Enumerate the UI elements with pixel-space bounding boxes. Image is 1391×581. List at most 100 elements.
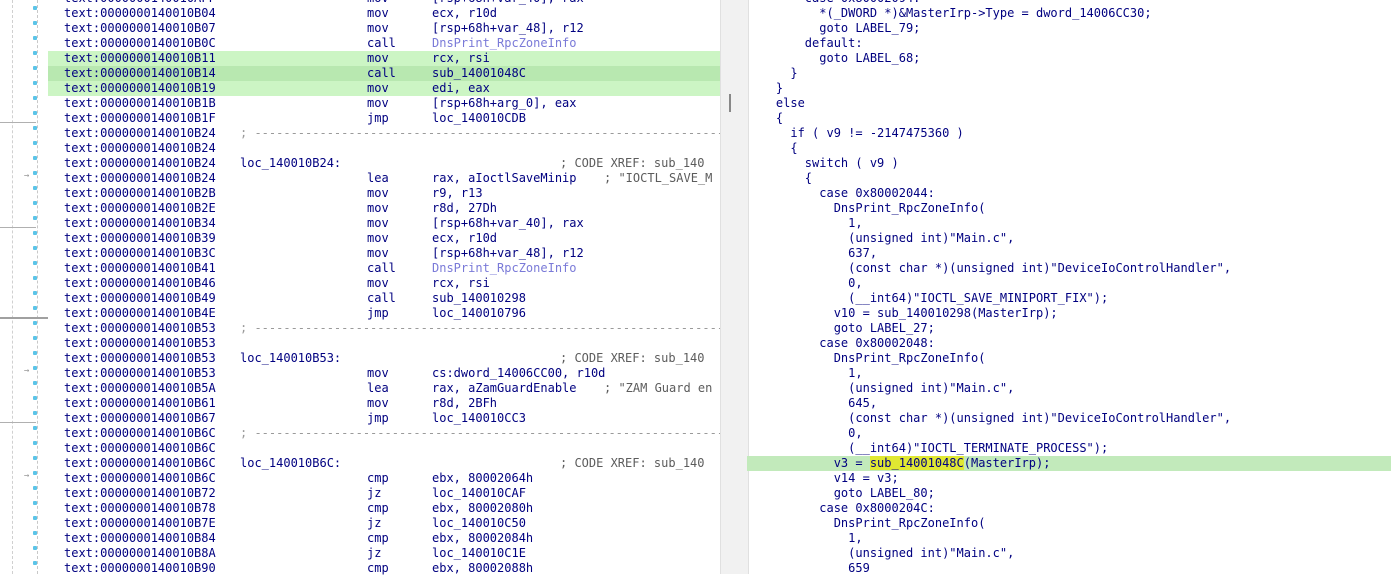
- disasm-row[interactable]: text:0000000140010B14 call sub_14001048C: [48, 66, 720, 81]
- pseudocode-line[interactable]: v3 = sub_14001048C(MasterIrp);: [747, 456, 1391, 471]
- breakpoint-dot-icon[interactable]: [33, 36, 37, 40]
- operands[interactable]: r9, r13: [432, 186, 483, 201]
- pseudocode-line[interactable]: (unsigned int)"Main.c",: [747, 231, 1391, 246]
- pseudocode-line[interactable]: else: [747, 96, 1391, 111]
- breakpoint-dot-icon[interactable]: [33, 96, 37, 100]
- breakpoint-dot-icon[interactable]: [33, 336, 37, 340]
- pseudocode-line[interactable]: 0,: [747, 426, 1391, 441]
- breakpoint-dot-icon[interactable]: [33, 441, 37, 445]
- pane-splitter[interactable]: [720, 0, 749, 574]
- pseudocode-line[interactable]: (const char *)(unsigned int)"DeviceIoCon…: [747, 261, 1391, 276]
- operands[interactable]: rcx, rsi: [432, 51, 490, 66]
- operands[interactable]: sub_140010298: [432, 291, 526, 306]
- pseudocode-view[interactable]: case 0x80002094: *(_DWORD *)&MasterIrp->…: [747, 0, 1391, 581]
- pseudocode-line[interactable]: switch ( v9 ): [747, 156, 1391, 171]
- disasm-row[interactable]: text:0000000140010B39 mov ecx, r10d: [48, 231, 720, 246]
- pseudocode-line[interactable]: }: [747, 81, 1391, 96]
- breakpoint-dot-icon[interactable]: [33, 216, 37, 220]
- operands[interactable]: loc_140010C50: [432, 516, 526, 531]
- disasm-row[interactable]: text:0000000140010B78 cmp ebx, 80002080h: [48, 501, 720, 516]
- breakpoint-dot-icon[interactable]: [33, 291, 37, 295]
- disasm-row[interactable]: text:0000000140010B24 lea rax, aIoctlSaveM…: [48, 171, 720, 186]
- pseudocode-line[interactable]: if ( v9 != -2147475360 ): [747, 126, 1391, 141]
- breakpoint-dot-icon[interactable]: [33, 261, 37, 265]
- breakpoint-dot-icon[interactable]: [33, 51, 37, 55]
- disasm-row[interactable]: text:0000000140010B2B mov r9, r13: [48, 186, 720, 201]
- pseudocode-line[interactable]: goto LABEL_68;: [747, 51, 1391, 66]
- pseudocode-line[interactable]: v14 = v3;: [747, 471, 1391, 486]
- breakpoint-dot-icon[interactable]: [33, 156, 37, 160]
- disasm-row[interactable]: text:0000000140010B53 loc_140010B53: ; COD…: [48, 351, 720, 366]
- breakpoint-dot-icon[interactable]: [33, 186, 37, 190]
- disassembly-view[interactable]: text:0000000140010AFFmov[rsp+68h+var_40]…: [48, 0, 720, 581]
- operands[interactable]: [rsp+68h+var_48], r12: [432, 21, 584, 36]
- operands[interactable]: ebx, 80002080h: [432, 501, 533, 516]
- pseudocode-line[interactable]: 645,: [747, 396, 1391, 411]
- disasm-row[interactable]: text:0000000140010B53: [48, 336, 720, 351]
- pseudocode-line[interactable]: {: [747, 111, 1391, 126]
- operands[interactable]: r8d, 27Dh: [432, 201, 497, 216]
- operands[interactable]: loc_140010CDB: [432, 111, 526, 126]
- breakpoint-dot-icon[interactable]: [33, 111, 37, 115]
- pseudocode-line[interactable]: goto LABEL_27;: [747, 321, 1391, 336]
- disasm-row[interactable]: text:0000000140010B1B mov [rsp+68h+arg_0],…: [48, 96, 720, 111]
- operands[interactable]: DnsPrint_RpcZoneInfo: [432, 36, 577, 51]
- disasm-row[interactable]: text:0000000140010B84 cmp ebx, 80002084h: [48, 531, 720, 546]
- pseudocode-line[interactable]: 0,: [747, 276, 1391, 291]
- pseudocode-line[interactable]: case 0x8000204C:: [747, 501, 1391, 516]
- disasm-row[interactable]: text:0000000140010B41 call DnsPrint_RpcZon…: [48, 261, 720, 276]
- pseudocode-line[interactable]: v10 = sub_140010298(MasterIrp);: [747, 306, 1391, 321]
- breakpoint-dot-icon[interactable]: [33, 141, 37, 145]
- breakpoint-dot-icon[interactable]: [33, 546, 37, 550]
- pseudocode-line[interactable]: default:: [747, 36, 1391, 51]
- pseudocode-line[interactable]: *(_DWORD *)&MasterIrp->Type = dword_1400…: [747, 6, 1391, 21]
- disasm-row[interactable]: text:0000000140010B6C cmp ebx, 80002064h: [48, 471, 720, 486]
- pseudocode-line[interactable]: (__int64)"IOCTL_TERMINATE_PROCESS");: [747, 441, 1391, 456]
- pseudocode-line[interactable]: }: [747, 66, 1391, 81]
- disasm-row[interactable]: text:0000000140010B2E mov r8d, 27Dh: [48, 201, 720, 216]
- pseudocode-line[interactable]: DnsPrint_RpcZoneInfo(: [747, 201, 1391, 216]
- breakpoint-dot-icon[interactable]: [33, 501, 37, 505]
- pseudocode-line[interactable]: DnsPrint_RpcZoneInfo(: [747, 516, 1391, 531]
- pseudocode-line[interactable]: 637,: [747, 246, 1391, 261]
- pseudocode-line[interactable]: case 0x80002048:: [747, 336, 1391, 351]
- operands[interactable]: rax, aIoctlSaveMinip: [432, 171, 577, 186]
- operands[interactable]: loc_140010CC3: [432, 411, 526, 426]
- operands[interactable]: [rsp+68h+var_40], rax: [432, 216, 584, 231]
- disasm-row[interactable]: text:0000000140010B5A lea rax, aZamGuardEn…: [48, 381, 720, 396]
- pseudocode-line[interactable]: (unsigned int)"Main.c",: [747, 546, 1391, 561]
- breakpoint-dot-icon[interactable]: [33, 6, 37, 10]
- pseudocode-line[interactable]: 1,: [747, 366, 1391, 381]
- breakpoint-dot-icon[interactable]: [33, 531, 37, 535]
- breakpoint-dot-icon[interactable]: [33, 306, 37, 310]
- breakpoint-dot-icon[interactable]: [33, 561, 37, 565]
- pseudocode-line[interactable]: goto LABEL_79;: [747, 21, 1391, 36]
- pseudocode-line[interactable]: (unsigned int)"Main.c",: [747, 381, 1391, 396]
- operands[interactable]: loc_140010CAF: [432, 486, 526, 501]
- disasm-row[interactable]: text:0000000140010B8A jz loc_140010C1E: [48, 546, 720, 561]
- breakpoint-dot-icon[interactable]: [33, 411, 37, 415]
- pseudocode-line[interactable]: DnsPrint_RpcZoneInfo(: [747, 351, 1391, 366]
- breakpoint-dot-icon[interactable]: [33, 516, 37, 520]
- disasm-row[interactable]: text:0000000140010B49 call sub_140010298: [48, 291, 720, 306]
- breakpoint-dot-icon[interactable]: [33, 486, 37, 490]
- operands[interactable]: sub_14001048C: [432, 66, 526, 81]
- operands[interactable]: ebx, 80002064h: [432, 471, 533, 486]
- disasm-row[interactable]: text:0000000140010B34 mov [rsp+68h+var_40]…: [48, 216, 720, 231]
- pseudocode-line[interactable]: goto LABEL_80;: [747, 486, 1391, 501]
- breakpoint-dot-icon[interactable]: [33, 66, 37, 70]
- disasm-row[interactable]: text:0000000140010B19 mov edi, eax: [48, 81, 720, 96]
- breakpoint-dot-icon[interactable]: [33, 21, 37, 25]
- disasm-row[interactable]: text:0000000140010B6C: [48, 441, 720, 456]
- breakpoint-dot-icon[interactable]: [33, 456, 37, 460]
- breakpoint-dot-icon[interactable]: [33, 351, 37, 355]
- disasm-row[interactable]: text:0000000140010B11 mov rcx, rsi: [48, 51, 720, 66]
- disasm-row[interactable]: text:0000000140010B46 mov rcx, rsi: [48, 276, 720, 291]
- operands[interactable]: ebx, 80002084h: [432, 531, 533, 546]
- breakpoint-dot-icon[interactable]: [33, 396, 37, 400]
- operands[interactable]: ecx, r10d: [432, 6, 497, 21]
- disasm-row[interactable]: text:0000000140010B53 mov cs:dword_14006CC…: [48, 366, 720, 381]
- disasm-row[interactable]: text:0000000140010B24 ; -----------------…: [48, 126, 720, 141]
- breakpoint-dot-icon[interactable]: [33, 381, 37, 385]
- selected-identifier[interactable]: sub_14001048C: [869, 456, 964, 470]
